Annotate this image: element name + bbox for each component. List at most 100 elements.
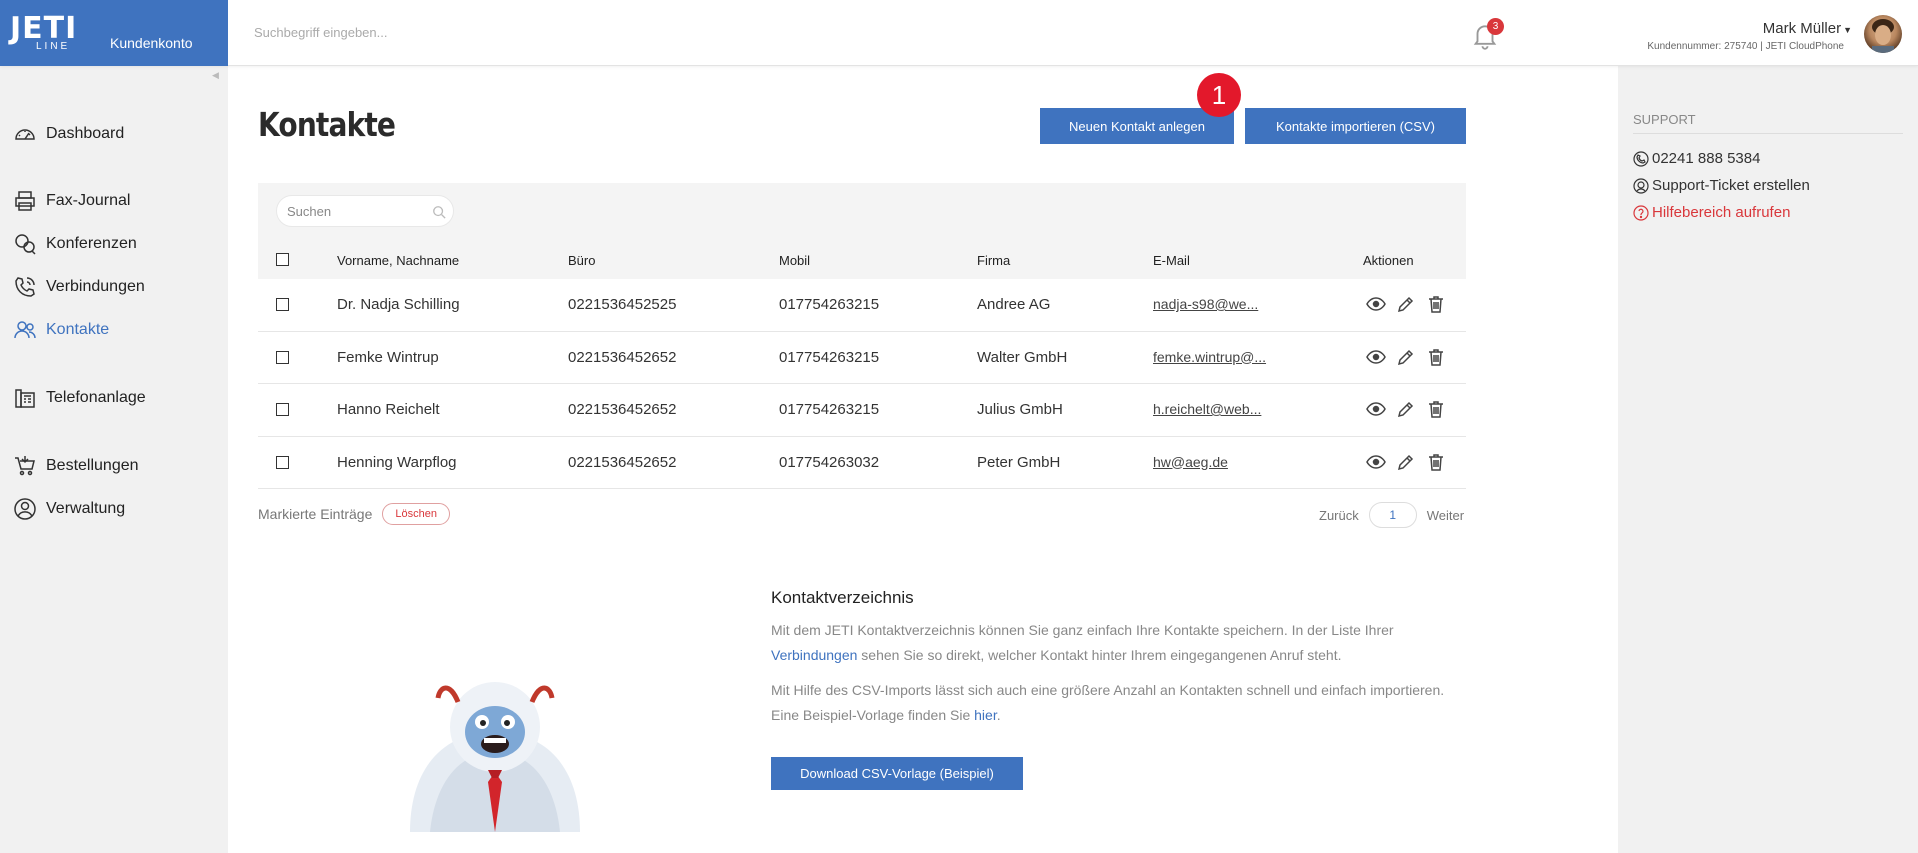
global-search-input[interactable] [254, 25, 654, 40]
sidebar-item-label: Verwaltung [46, 500, 126, 517]
contact-office: 0221536452652 [568, 453, 677, 471]
info-paragraph-1: Mit dem JETI Kontaktverzeichnis können S… [771, 618, 1471, 668]
phone-icon [1633, 150, 1649, 167]
new-contact-button[interactable]: Neuen Kontakt anlegen [1040, 108, 1234, 144]
user-menu[interactable]: Mark Müller ▼ [1763, 20, 1852, 37]
sidebar-item-label: Bestellungen [46, 457, 139, 474]
contacts-search-input[interactable] [276, 195, 454, 227]
logo-top-text: JETI [10, 11, 78, 46]
template-link[interactable]: hier [974, 707, 997, 723]
page-number-input[interactable]: 1 [1368, 502, 1417, 528]
contact-email-link[interactable]: femke.wintrup@... [1153, 349, 1266, 365]
sidebar-item-verbindungen[interactable]: Verbindungen [12, 272, 145, 302]
view-icon[interactable] [1366, 399, 1386, 419]
contacts-icon [12, 317, 38, 343]
import-contacts-button[interactable]: Kontakte importieren (CSV) [1245, 108, 1466, 144]
contact-name: Hanno Reichelt [337, 401, 440, 418]
view-icon[interactable] [1366, 452, 1386, 472]
contact-company: Walter GmbH [977, 348, 1068, 366]
prev-page-link[interactable]: Zurück [1319, 508, 1359, 523]
sidebar-item-telefonanlage[interactable]: Telefonanlage [12, 383, 146, 413]
user-name: Mark Müller [1762, 20, 1842, 37]
contact-email-link[interactable]: h.reichelt@web... [1153, 401, 1261, 417]
row-checkbox[interactable] [276, 350, 289, 364]
sidebar-item-konferenzen[interactable]: Konferenzen [12, 229, 137, 259]
account-label: Kundenkonto [110, 35, 193, 51]
search-icon[interactable] [432, 205, 446, 219]
contact-name: Femke Wintrup [337, 348, 439, 366]
contact-email-link[interactable]: hw@aeg.de [1153, 454, 1228, 470]
trash-icon[interactable] [1426, 452, 1446, 472]
phone-icon [12, 274, 38, 300]
sidebar-item-verwaltung[interactable]: Verwaltung [12, 494, 125, 524]
sidebar-item-dashboard[interactable]: Dashboard [12, 119, 124, 149]
help-area-link[interactable]: Hilfebereich aufrufen [1633, 204, 1790, 221]
table-row: Dr. Nadja Schilling 0221536452525 017754… [258, 279, 1466, 332]
info-paragraph-2: Mit Hilfe des CSV-Imports lässt sich auc… [771, 678, 1471, 728]
contact-mobile: 017754263215 [779, 348, 880, 366]
marked-entries-label: Markierte Einträge [258, 506, 373, 522]
user-admin-icon [12, 496, 38, 522]
edit-icon[interactable] [1396, 452, 1416, 472]
jeti-logo: JETI LINE [10, 14, 100, 52]
collapse-sidebar-icon[interactable]: ◀ [212, 70, 219, 81]
info-text: . [996, 707, 1001, 723]
contact-name: Dr. Nadja Schilling [337, 296, 460, 313]
sidebar-item-label: Dashboard [46, 125, 125, 142]
column-header-mobile[interactable]: Mobil [779, 253, 810, 268]
pagination: Zurück 1 Weiter [1319, 502, 1464, 528]
column-header-actions: Aktionen [1363, 253, 1414, 268]
conference-icon [12, 231, 38, 257]
telephone-system-icon [12, 385, 38, 411]
support-ticket-label: Support-Ticket erstellen [1652, 177, 1810, 194]
edit-icon[interactable] [1396, 399, 1416, 419]
sidebar-item-bestellungen[interactable]: Bestellungen [12, 451, 139, 481]
delete-selected-button[interactable]: Löschen [382, 503, 450, 525]
download-csv-template-button[interactable]: Download CSV-Vorlage (Beispiel) [771, 757, 1023, 790]
bulk-actions: Markierte Einträge Löschen [258, 503, 450, 525]
column-header-email[interactable]: E-Mail [1153, 253, 1190, 268]
sidebar-item-fax-journal[interactable]: Fax-Journal [12, 186, 130, 216]
edit-icon[interactable] [1396, 294, 1416, 314]
table-toolbar: Vorname, Nachname Büro Mobil Firma E-Mai… [258, 183, 1466, 279]
select-all-checkbox[interactable] [276, 253, 289, 266]
contact-mobile: 017754263215 [779, 401, 880, 418]
next-page-link[interactable]: Weiter [1427, 508, 1464, 523]
info-title: Kontaktverzeichnis [771, 588, 914, 607]
cart-icon [12, 453, 38, 479]
dashboard-icon [12, 121, 38, 147]
sidebar-item-label: Telefonanlage [46, 389, 146, 406]
contact-company: Julius GmbH [977, 401, 1063, 418]
trash-icon[interactable] [1426, 347, 1446, 367]
row-checkbox[interactable] [276, 455, 289, 469]
step-badge: 1 [1197, 73, 1241, 117]
row-checkbox[interactable] [276, 298, 289, 311]
contact-office: 0221536452652 [568, 401, 677, 418]
customer-number: Kundennummer: 275740 | JETI CloudPhone [1647, 41, 1844, 52]
info-text: Mit Hilfe des CSV-Imports lässt sich auc… [771, 682, 1445, 723]
view-icon[interactable] [1366, 294, 1386, 314]
verbindungen-link[interactable]: Verbindungen [771, 647, 857, 663]
yeti-mascot-icon [410, 682, 580, 832]
info-text: sehen Sie so direkt, welcher Kontakt hin… [857, 647, 1342, 663]
support-icon [1633, 177, 1649, 194]
column-header-company[interactable]: Firma [977, 253, 1010, 268]
support-ticket-link[interactable]: Support-Ticket erstellen [1633, 177, 1810, 194]
edit-icon[interactable] [1396, 347, 1416, 367]
contact-company: Peter GmbH [977, 453, 1061, 471]
column-header-name[interactable]: Vorname, Nachname [337, 253, 459, 268]
page-title: Kontakte [258, 105, 396, 144]
avatar[interactable] [1864, 15, 1902, 53]
contact-email-link[interactable]: nadja-s98@we... [1153, 296, 1258, 312]
row-checkbox[interactable] [276, 403, 289, 416]
support-header: SUPPORT [1633, 112, 1903, 134]
brand[interactable]: JETI LINE Kundenkonto [0, 0, 228, 66]
column-header-office[interactable]: Büro [568, 253, 595, 268]
sidebar-item-kontakte[interactable]: Kontakte [12, 315, 109, 345]
view-icon[interactable] [1366, 347, 1386, 367]
trash-icon[interactable] [1426, 294, 1446, 314]
table-row: Femke Wintrup 0221536452652 017754263215… [258, 331, 1466, 384]
trash-icon[interactable] [1426, 399, 1446, 419]
support-phone[interactable]: 02241 888 5384 [1633, 150, 1760, 167]
info-section: Kontaktverzeichnis Mit dem JETI Kontaktv… [771, 588, 1471, 738]
